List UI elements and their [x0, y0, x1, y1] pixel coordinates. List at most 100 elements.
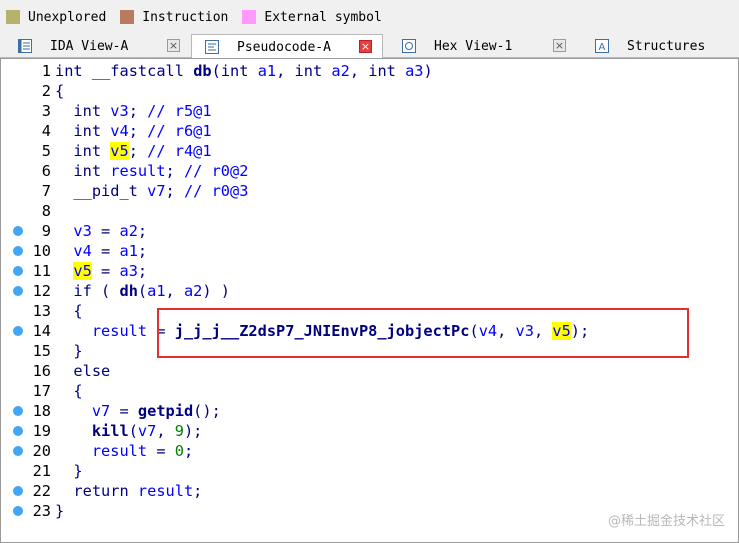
breakpoint-dot-icon[interactable]: [13, 506, 23, 516]
line-number: 13: [32, 302, 51, 320]
pseudocode-editor[interactable]: 1 int __fastcall db(int a1, int a2, int a…: [0, 58, 739, 543]
code-text: v4 = a1;: [73, 242, 148, 260]
legend-external-symbol: External symbol: [242, 9, 382, 25]
breakpoint-dot-icon[interactable]: [13, 406, 23, 416]
code-text: kill(v7, 9);: [91, 422, 203, 440]
ida-view-icon: [18, 39, 32, 53]
hex-view-icon: [402, 39, 416, 53]
code-line[interactable]: 18 v7 = getpid();: [1, 401, 736, 421]
line-number: 11: [32, 262, 51, 280]
code-line[interactable]: 22 return result;: [1, 481, 736, 501]
unexplored-swatch: [6, 10, 20, 24]
line-number: 20: [32, 442, 51, 460]
breakpoint-dot-icon[interactable]: [13, 426, 23, 436]
code-text: {: [55, 382, 83, 400]
external-symbol-swatch: [242, 10, 257, 24]
code-line[interactable]: 5 int v5; // r4@1: [1, 141, 736, 161]
code-line[interactable]: 8: [1, 201, 736, 221]
tab-label: Pseudocode-A: [237, 39, 331, 55]
tab-ida-view-a[interactable]: IDA View-A ×: [0, 34, 190, 58]
code-text: {: [55, 82, 65, 100]
code-text: int result; // r0@2: [73, 162, 249, 180]
legend-instruction: Instruction: [120, 10, 228, 25]
line-number: 4: [41, 122, 51, 140]
legend-unexplored: Unexplored: [6, 10, 106, 25]
line-number: 7: [41, 182, 51, 200]
breakpoint-dot-icon[interactable]: [13, 226, 23, 236]
code-line[interactable]: 7 __pid_t v7; // r0@3: [1, 181, 736, 201]
watermark: @稀土掘金技术社区: [607, 514, 725, 529]
code-line[interactable]: 6 int result; // r0@2: [1, 161, 736, 181]
line-number: 17: [32, 382, 51, 400]
tab-hex-view-1[interactable]: Hex View-1 ×: [384, 34, 576, 58]
svg-text:A: A: [599, 42, 606, 53]
line-number: 1: [41, 62, 51, 80]
code-text: }: [55, 462, 83, 480]
line-number: 6: [41, 162, 51, 180]
code-text: if ( dh(a1, a2) ): [73, 282, 231, 300]
line-number: 12: [32, 282, 51, 300]
code-text: result = 0;: [91, 442, 194, 460]
close-icon[interactable]: ×: [359, 40, 372, 53]
code-text: __pid_t v7; // r0@3: [73, 182, 249, 200]
line-number: 10: [32, 242, 51, 260]
tab-label: Structures: [627, 38, 706, 54]
tab-label: IDA View-A: [50, 38, 129, 54]
line-number: 15: [32, 342, 51, 360]
line-number: 2: [41, 82, 51, 100]
code-line[interactable]: 16 else: [1, 361, 736, 381]
code-line[interactable]: 11 v5 = a3;: [1, 261, 736, 281]
code-text: v7 = getpid();: [91, 402, 221, 420]
tab-bar: IDA View-A × Pseudocode-A × Hex View-1 ×…: [0, 34, 739, 59]
tab-pseudocode-a[interactable]: Pseudocode-A ×: [191, 34, 383, 59]
line-number: 8: [41, 202, 51, 220]
close-icon[interactable]: ×: [553, 39, 566, 52]
code-line[interactable]: 17 {: [1, 381, 736, 401]
tab-structures[interactable]: A Structures: [577, 34, 739, 58]
breakpoint-dot-icon[interactable]: [13, 486, 23, 496]
code-text: v5 = a3;: [73, 262, 148, 280]
line-number: 18: [32, 402, 51, 420]
code-line[interactable]: 20 result = 0;: [1, 441, 736, 461]
breakpoint-dot-icon[interactable]: [13, 266, 23, 276]
line-number: 21: [32, 462, 51, 480]
breakpoint-dot-icon[interactable]: [13, 326, 23, 336]
code-line[interactable]: 2{: [1, 81, 736, 101]
legend-label: Instruction: [142, 9, 229, 25]
code-text: }: [55, 502, 65, 520]
structures-icon: A: [595, 39, 609, 53]
code-line[interactable]: 1 int __fastcall db(int a1, int a2, int a…: [1, 61, 736, 81]
tab-label: Hex View-1: [434, 38, 513, 54]
code-text: else: [73, 362, 111, 380]
code-text: int v3; // r5@1: [73, 102, 212, 120]
code-line[interactable]: 4 int v4; // r6@1: [1, 121, 736, 141]
code-text: int __fastcall db(int a1, int a2, int a3…: [55, 62, 433, 80]
line-number: 23: [32, 502, 51, 520]
code-text: int v4; // r6@1: [73, 122, 212, 140]
code-text: }: [55, 342, 83, 360]
breakpoint-dot-icon[interactable]: [13, 246, 23, 256]
code-line[interactable]: 9 v3 = a2;: [1, 221, 736, 241]
annotation-box: [157, 308, 689, 358]
instruction-swatch: [120, 10, 135, 24]
code-line[interactable]: 21 }: [1, 461, 736, 481]
breakpoint-dot-icon[interactable]: [13, 446, 23, 456]
code-line[interactable]: 12 if ( dh(a1, a2) ): [1, 281, 736, 301]
legend-label: External symbol: [264, 9, 382, 25]
pseudocode-icon: [205, 40, 219, 54]
breakpoint-dot-icon[interactable]: [13, 286, 23, 296]
code-text: int v5; // r4@1: [73, 142, 212, 160]
code-line[interactable]: 19 kill(v7, 9);: [1, 421, 736, 441]
line-number: 22: [32, 482, 51, 500]
legend-bar: Unexplored Instruction External symbol: [0, 0, 739, 34]
code-line[interactable]: 10 v4 = a1;: [1, 241, 736, 261]
legend-label: Unexplored: [28, 9, 107, 25]
code-text: v3 = a2;: [73, 222, 148, 240]
line-number: 16: [32, 362, 51, 380]
line-number: 5: [41, 142, 51, 160]
line-number: 3: [41, 102, 51, 120]
line-number: 9: [41, 222, 51, 240]
close-icon[interactable]: ×: [167, 39, 180, 52]
code-text: return result;: [73, 482, 203, 500]
code-line[interactable]: 3 int v3; // r5@1: [1, 101, 736, 121]
